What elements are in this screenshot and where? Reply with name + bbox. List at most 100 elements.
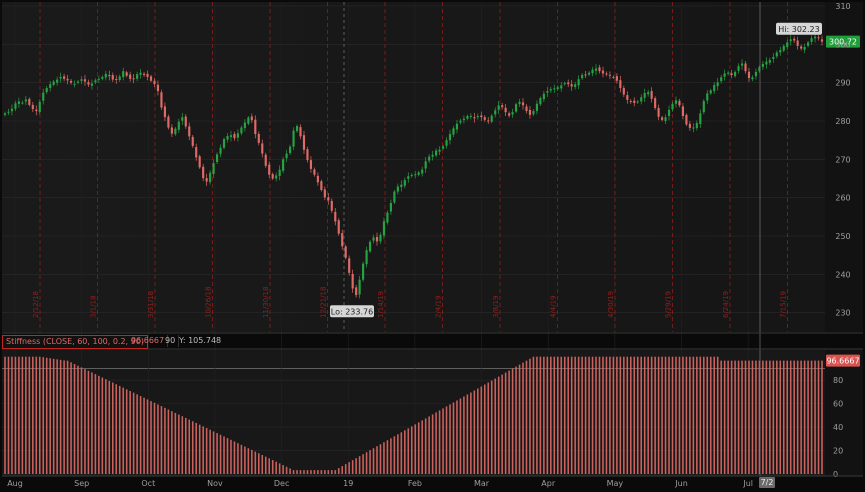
study-title[interactable]: Stiffness (CLOSE, 60, 100, 0.2, 90) <box>2 335 148 349</box>
month-label: 19 <box>343 479 353 488</box>
candle-body <box>407 176 410 179</box>
stiffness-bar <box>636 356 639 474</box>
stiffness-bar <box>713 356 716 474</box>
candle-body <box>188 126 191 137</box>
event-marker-label: 12/21/18 <box>320 287 328 318</box>
stiffness-bar <box>247 448 250 474</box>
candle-body <box>309 160 313 169</box>
stiffness-bar <box>556 356 559 474</box>
candle-body <box>205 178 208 182</box>
candle-body <box>229 135 233 138</box>
stiffness-bar <box>567 356 569 474</box>
candle-body <box>87 82 90 85</box>
candle-body <box>473 117 476 119</box>
candle-body <box>800 46 803 49</box>
stiffness-bar <box>821 360 823 474</box>
stiffness-bar <box>98 375 100 474</box>
candle-body <box>723 73 726 77</box>
stiffness-bar <box>129 390 131 474</box>
stiffness-bar <box>619 356 622 474</box>
candle-body <box>633 100 636 103</box>
candle-body <box>306 149 309 161</box>
candle-body <box>601 70 605 74</box>
candle-body <box>820 39 824 42</box>
stiffness-bar <box>459 398 462 474</box>
stiffness-bar <box>654 356 656 474</box>
event-marker-label: 3/31/18 <box>147 291 155 318</box>
stiffness-bar <box>532 356 535 474</box>
stiffness-bar <box>185 417 187 474</box>
stiffness-bar <box>251 449 253 474</box>
candle-body <box>695 122 698 129</box>
candle-body <box>754 71 758 77</box>
stiffness-bar <box>115 384 118 474</box>
candle-body <box>803 47 806 50</box>
stiffness-bar <box>327 470 330 474</box>
candle-body <box>448 134 452 141</box>
candle-body <box>671 103 674 110</box>
stiffness-bar <box>202 426 204 474</box>
candle-body <box>170 127 173 134</box>
stiffness-bar <box>372 448 375 474</box>
candle-body <box>278 169 281 177</box>
stiffness-bar <box>696 356 698 474</box>
stiffness-bar <box>737 360 740 474</box>
candle-body <box>115 79 118 81</box>
candle-body <box>674 100 678 104</box>
stiffness-bar <box>598 356 601 474</box>
candle-body <box>299 127 302 137</box>
candle-body <box>163 106 167 118</box>
stiffness-bar <box>80 367 83 474</box>
chart-frame: 2/12/18 3/1/18 3/31/18 10/26/18 11/30/18 12/2… <box>0 0 865 492</box>
candle-body <box>650 91 653 99</box>
stiffness-bar <box>292 470 295 474</box>
price-axis[interactable] <box>825 2 863 332</box>
stiffness-bar <box>310 470 312 474</box>
candle-body <box>605 73 608 75</box>
candle-body <box>14 103 17 109</box>
candle-body <box>348 258 351 273</box>
candle-body <box>69 80 73 83</box>
stiffness-bar <box>497 376 500 474</box>
candle-body <box>501 105 504 108</box>
stiffness-bar <box>744 360 747 474</box>
candle-body <box>713 84 716 91</box>
candle-body <box>789 39 792 42</box>
stiffness-bar <box>623 356 625 474</box>
candle-body <box>327 197 330 201</box>
stiffness-bar <box>616 356 618 474</box>
stiffness-bar <box>233 441 236 474</box>
stiffness-bar <box>650 356 653 474</box>
candle-body <box>17 101 20 104</box>
candle-body <box>608 74 612 76</box>
stiffness-bar <box>803 360 806 474</box>
stiffness-bar <box>324 470 326 474</box>
stiffness-bar <box>602 356 604 474</box>
stiffness-bar <box>306 470 309 474</box>
study-axis[interactable] <box>825 350 863 476</box>
stiffness-bar <box>379 444 382 474</box>
stiffness-bar <box>605 356 608 474</box>
stiffness-bar <box>560 356 563 474</box>
candle-body <box>174 128 177 135</box>
stiffness-bar <box>400 432 403 474</box>
stiffness-bar <box>205 428 208 474</box>
study-panel[interactable] <box>2 350 825 476</box>
candle-body <box>727 72 730 74</box>
stiffness-bar <box>390 438 392 474</box>
stiffness-bar <box>470 392 472 474</box>
price-panel[interactable] <box>2 2 825 332</box>
candle-body <box>761 63 764 67</box>
stiffness-bar <box>463 396 465 474</box>
candle-body <box>56 79 59 83</box>
stiffness-bar <box>188 419 191 474</box>
stiffness-bar <box>685 356 688 474</box>
candle-body <box>469 116 472 118</box>
price-tick-label: 250 <box>835 232 850 241</box>
price-tick-label: 240 <box>835 270 850 279</box>
stiffness-bar <box>630 356 632 474</box>
candle-body <box>424 161 427 169</box>
stiffness-bar <box>344 464 347 474</box>
stiffness-bar <box>664 356 667 474</box>
month-label: Aug <box>7 479 23 488</box>
